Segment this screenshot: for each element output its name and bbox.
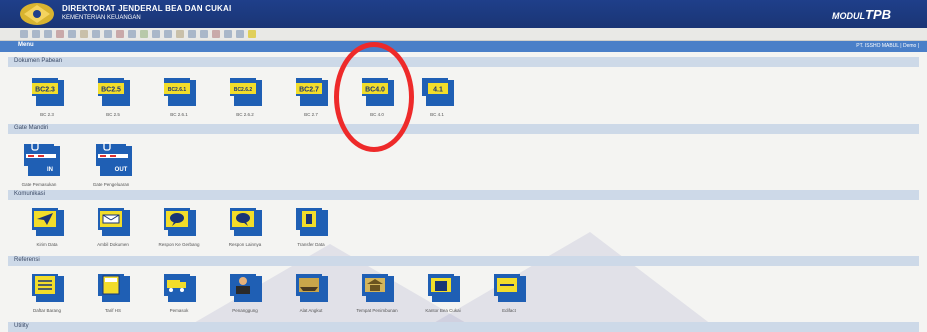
menu-bar: Menu PT. ISSHO MABUL | Demo |: [0, 41, 927, 52]
gate-in-folder-icon: IN: [24, 142, 60, 176]
toolbar-icon[interactable]: [80, 30, 88, 38]
user-info[interactable]: PT. ISSHO MABUL | Demo |: [856, 43, 919, 49]
tile-label: BC 2.5: [106, 112, 120, 117]
annotation-circle: [334, 42, 414, 152]
module-name: MODULTPB: [832, 7, 891, 22]
toolbar-icon[interactable]: [92, 30, 100, 38]
toolbar-icon[interactable]: [68, 30, 76, 38]
tile-label: Daftar Barang: [32, 308, 61, 313]
tile-label: Gate Pemasukan: [21, 182, 57, 187]
app-header: DIREKTORAT JENDERAL BEA DAN CUKAI KEMENT…: [0, 0, 927, 28]
bc25-folder-icon: BC2.5: [98, 78, 130, 106]
toolbar-icon[interactable]: [20, 30, 28, 38]
person-icon: [230, 274, 262, 302]
bc27-folder-icon: BC2.7: [296, 78, 328, 106]
edifact-icon: [494, 274, 526, 302]
section-header-gate-mandiri: Gate Mandiri: [8, 124, 919, 134]
tile-label: Respon Lainnya: [228, 242, 262, 247]
chat-icon: [164, 208, 196, 236]
section-header-komunikasi: Komunikasi: [8, 190, 919, 200]
tile-label: Kirim Data: [36, 242, 58, 247]
svg-text:BC2.6.1: BC2.6.1: [168, 87, 187, 93]
svg-text:BC2.5: BC2.5: [101, 87, 121, 94]
bc41-folder-icon: 4.1: [422, 78, 454, 106]
toolbar-icon[interactable]: [164, 30, 172, 38]
tile-label: BC 2.3: [40, 112, 54, 117]
toolbar-icon[interactable]: [212, 30, 220, 38]
toolbar-icon[interactable]: [44, 30, 52, 38]
tile-label: BC 2.6.1: [170, 112, 188, 117]
tile-label: Respon Ke Gerbang: [158, 242, 200, 247]
chat-icon: [230, 208, 262, 236]
tile-label: BC 4.1: [430, 112, 444, 117]
svg-text:IN: IN: [47, 167, 53, 173]
section-header-dokumen-pabean: Dokumen Pabean: [8, 57, 919, 67]
toolbar-icon[interactable]: [188, 30, 196, 38]
svg-text:4.1: 4.1: [433, 87, 443, 94]
toolbar: [0, 28, 927, 41]
toolbar-icon[interactable]: [200, 30, 208, 38]
toolbar-icon[interactable]: [152, 30, 160, 38]
list-icon: [32, 274, 64, 302]
send-icon: [32, 208, 64, 236]
tile-label: Transfer Data: [297, 242, 325, 247]
tile-label: Kantor Bea Cukai: [425, 308, 461, 313]
toolbar-icon[interactable]: [32, 30, 40, 38]
bea-cukai-logo-icon: [20, 3, 54, 25]
toolbar-icon[interactable]: [140, 30, 148, 38]
svg-text:OUT: OUT: [115, 167, 128, 173]
tile-label: Pemasok: [169, 308, 189, 313]
truck-icon: [164, 274, 196, 302]
svg-text:BC2.7: BC2.7: [299, 87, 319, 94]
header-subtitle: KEMENTERIAN KEUANGAN: [62, 15, 141, 21]
toolbar-icon[interactable]: [176, 30, 184, 38]
bc261-folder-icon: BC2.6.1: [164, 78, 196, 106]
bc23-folder-icon: BC2.3: [32, 78, 64, 106]
gate-out-folder-icon: OUT: [96, 142, 132, 176]
toolbar-icon[interactable]: [248, 30, 256, 38]
tile-label: Edifact: [502, 308, 516, 313]
tile-label: Tarif HS: [104, 308, 121, 313]
inbox-icon: [98, 208, 130, 236]
transfer-icon: [296, 208, 328, 236]
header-title: DIREKTORAT JENDERAL BEA DAN CUKAI: [62, 4, 232, 13]
tile-label: Ambil Dokumen: [97, 242, 129, 247]
calculator-icon: [98, 274, 130, 302]
toolbar-icon[interactable]: [236, 30, 244, 38]
warehouse-icon: [362, 274, 394, 302]
tile-label: Tempat Penimbunan: [356, 308, 398, 313]
svg-text:BC2.3: BC2.3: [35, 87, 55, 94]
toolbar-icon[interactable]: [56, 30, 64, 38]
menu-title[interactable]: Menu: [18, 42, 34, 48]
toolbar-icon[interactable]: [224, 30, 232, 38]
bc262-folder-icon: BC2.6.2: [230, 78, 262, 106]
section-header-referensi: Referensi: [8, 256, 919, 266]
svg-text:BC2.6.2: BC2.6.2: [234, 87, 253, 93]
toolbar-icon[interactable]: [128, 30, 136, 38]
tile-label: Alat Angkut: [299, 308, 323, 313]
tile-label: BC 2.7: [304, 112, 318, 117]
office-building-icon: [428, 274, 460, 302]
ship-icon: [296, 274, 328, 302]
tile-label: Penanggung: [232, 308, 258, 313]
tile-label: Gate Pengeluaran: [92, 182, 130, 187]
toolbar-icon[interactable]: [104, 30, 112, 38]
tile-label: BC 2.6.2: [236, 112, 254, 117]
toolbar-icon[interactable]: [116, 30, 124, 38]
